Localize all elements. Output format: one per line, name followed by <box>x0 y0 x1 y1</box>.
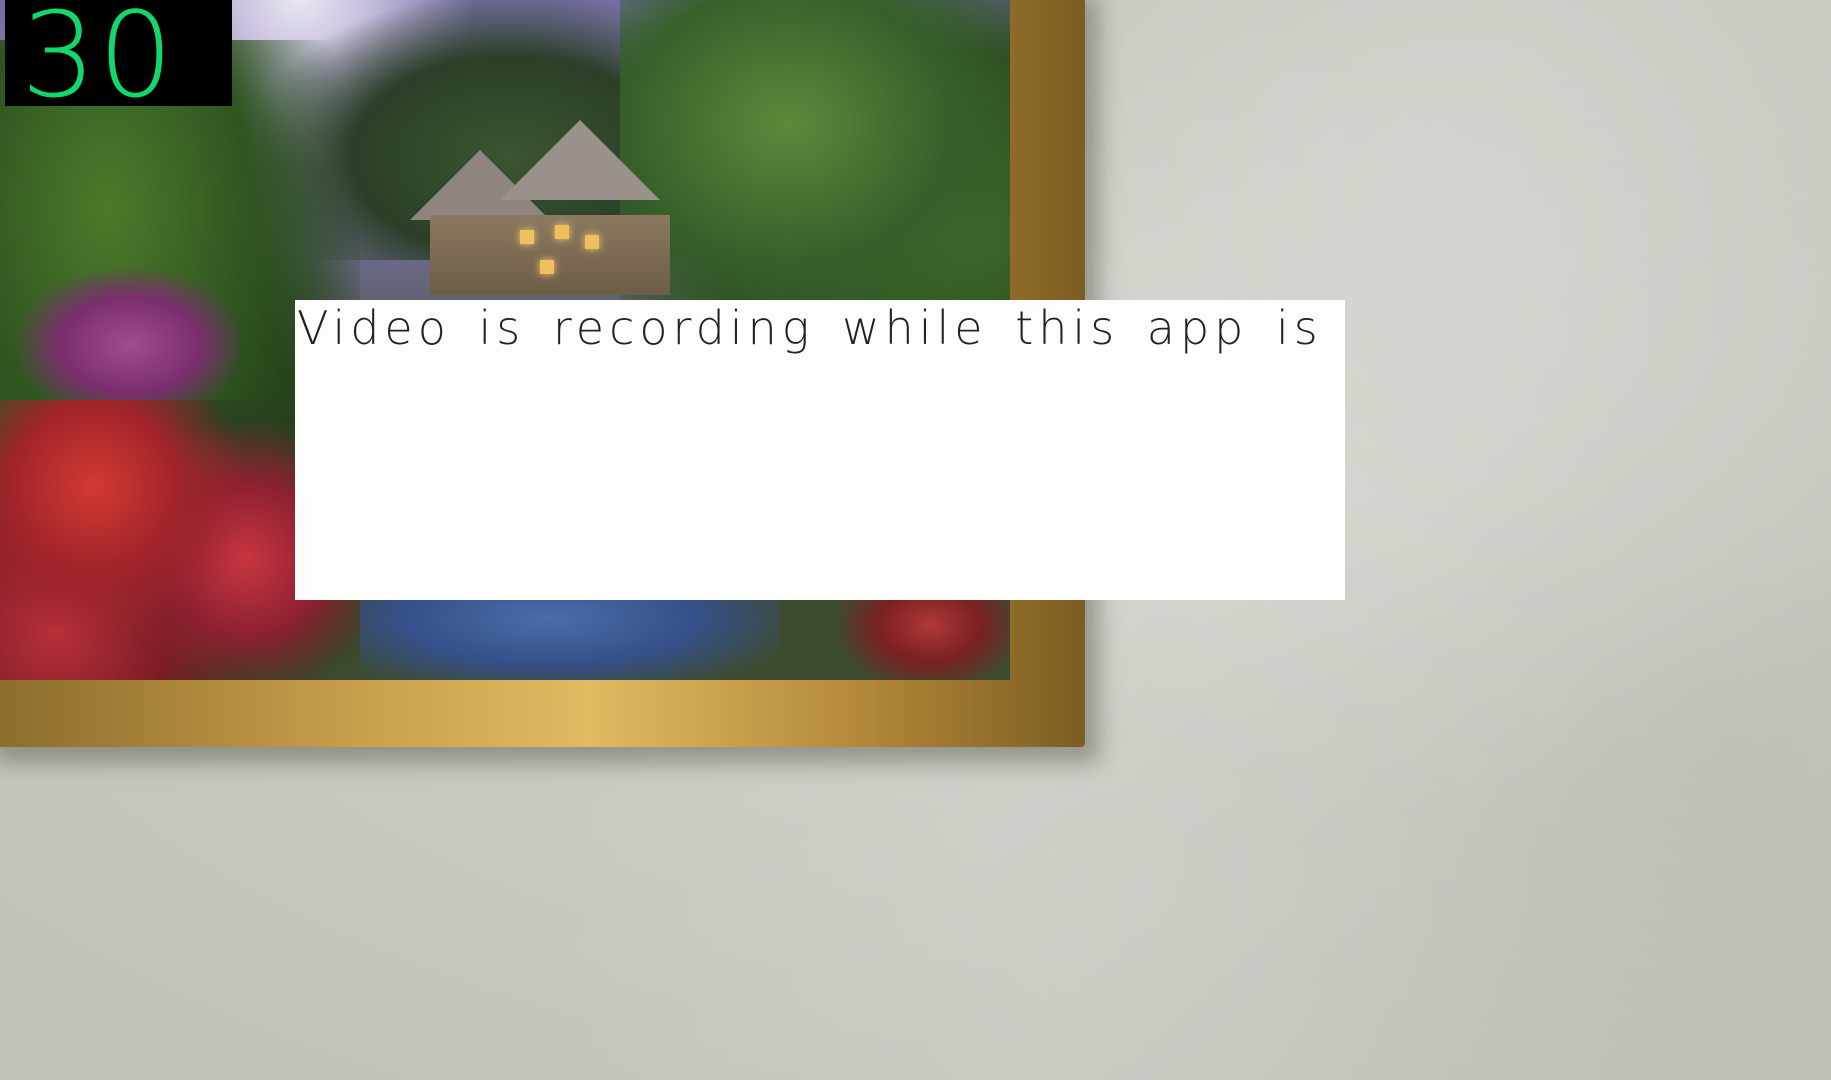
fps-value: 30 <box>21 0 176 106</box>
cottage-window <box>520 230 534 244</box>
painting-cottage <box>410 120 690 295</box>
cottage-body <box>430 215 670 295</box>
recording-notice: Video is recording while this app is run… <box>295 300 1345 600</box>
fps-counter: 30 <box>5 0 232 106</box>
painting-pink-flowers <box>20 270 240 420</box>
cottage-window <box>555 225 569 239</box>
cottage-roof-main <box>500 120 660 200</box>
cottage-window <box>540 260 554 274</box>
camera-preview: 30 Video is recording while this app is … <box>0 0 1831 1080</box>
recording-notice-text: Video is recording while this app is run… <box>297 301 1345 355</box>
cottage-window <box>585 235 599 249</box>
